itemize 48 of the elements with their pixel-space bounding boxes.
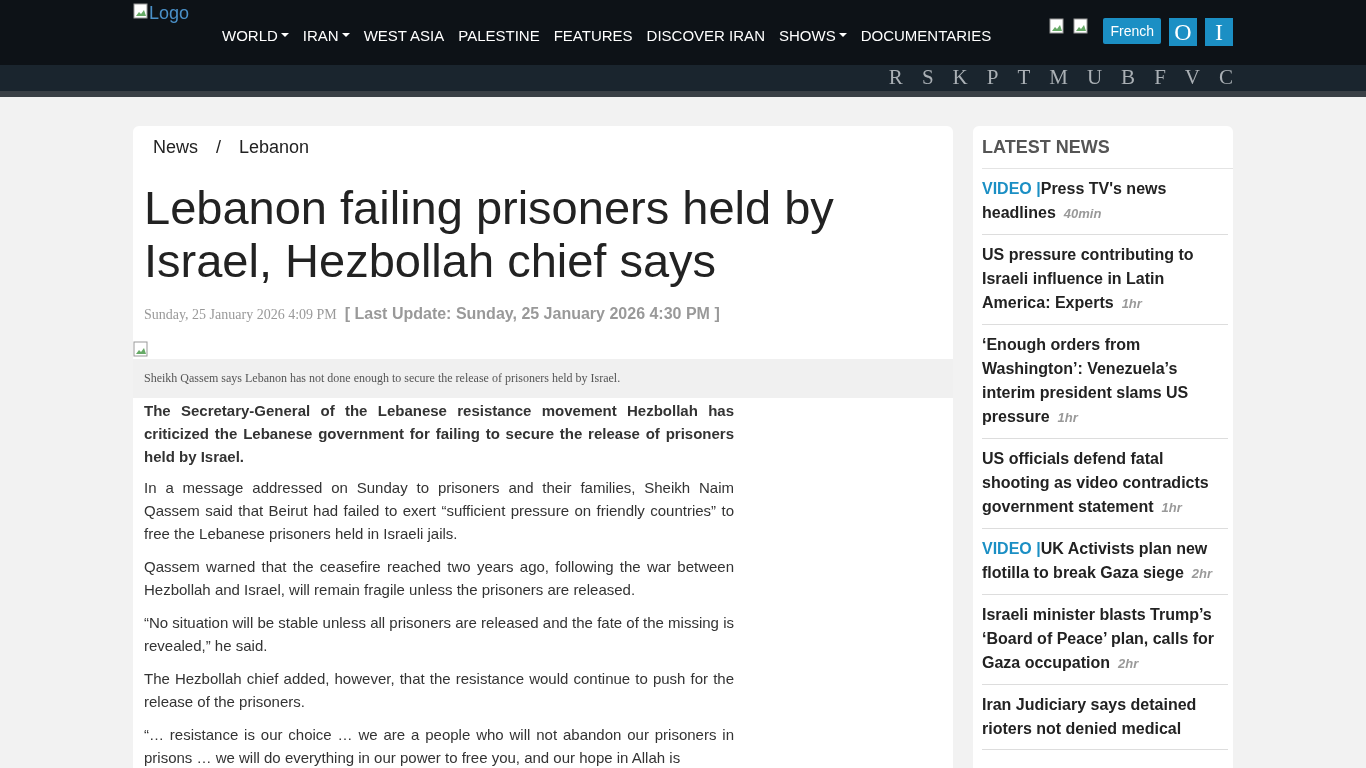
broken-image-icon[interactable] [1049,18,1066,34]
letter-link[interactable]: K [952,65,968,89]
nav-link[interactable]: DOCUMENTARIES [860,24,992,46]
nav-link[interactable]: DISCOVER IRAN [646,24,765,46]
publish-date: Sunday, 25 January 2026 4:09 PM [144,307,337,323]
body-paragraph: “No situation will be stable unless all prisoners are released and the fate of the missing is revealed,” he said. [144,613,734,656]
language-button[interactable]: French [1103,18,1161,44]
letter-link[interactable]: B [1121,65,1136,89]
body-paragraph: Qassem warned that the ceasefire reached two years ago, following the war between Hezbollah and Israel, will remain fragile unless the prisoners are released. [144,557,734,600]
letter-link[interactable]: P [986,65,999,89]
logo-image[interactable]: Logo [133,0,222,27]
sidebar-title: LATEST NEWS [982,126,1233,169]
news-item-link[interactable]: US pressure contributing to Israeli influence in Latin America: Experts 1hr [982,235,1228,325]
lead-paragraph: The Secretary-General of the Lebanese resistance movement Hezbollah has criticized the Lebanese government for failing to secure the release of prisoners held by Israel. [144,401,734,467]
broken-image-icon [133,3,149,19]
nav-link[interactable]: FEATURES [553,24,633,46]
logo-alt-text: Logo [149,3,190,24]
letter-link[interactable]: U [1086,65,1103,89]
breadcrumb-link[interactable]: Lebanon [239,137,310,169]
letter-link[interactable]: R [888,65,903,89]
news-item-link[interactable]: Israeli minister blasts Trump’s ‘Board of Peace’ plan, calls for Gaza occupation 2hr [982,595,1228,685]
breadcrumb-separator: / [216,137,222,159]
letter-button[interactable]: O [1169,18,1197,46]
broken-image-icon[interactable] [1073,18,1090,34]
body-paragraph: In a message addressed on Sunday to prisoners and their families, Sheikh Naim Qassem said that Beirut had failed to exert “sufficient pressure on friendly countries” to free the Lebanese prisoners held in Israeli jails. [144,478,734,544]
letter-link[interactable]: C [1219,65,1233,89]
letter-link[interactable]: V [1184,65,1200,89]
breadcrumb-link[interactable]: News [153,137,198,169]
letter-link[interactable]: F [1154,65,1166,89]
news-item-link[interactable]: ‘Enough orders from Washington’: Venezuela’s interim president slams US pressure 1hr [982,325,1228,439]
nav-link[interactable]: PALESTINE [458,24,540,46]
letter-link[interactable]: M [1049,65,1068,89]
news-item-link[interactable]: VIDEO |Press TV's news headlines 40min [982,169,1228,235]
body-paragraph: “… resistance is our choice … we are a people who will not abandon our prisoners in prisons … we will do everything in our power to free you, and our hope in Allah is [144,725,734,768]
news-item-link[interactable]: Iran Judiciary says detained rioters not denied medical [982,685,1228,750]
news-item-link[interactable]: US officials defend fatal shooting as video contradicts government statement 1hr [982,439,1228,529]
last-update-date: [ Last Update: Sunday, 25 January 2026 4:30 PM ] [344,305,720,323]
nav-link[interactable]: IRAN [302,24,350,46]
article-title: Lebanon failing prisoners held by Israel, Hezbollah chief says [144,181,835,287]
letter-button[interactable]: I [1205,18,1233,46]
image-caption: Sheikh Qassem says Lebanon has not done enough to secure the release of prisoners held by Israel. [133,359,953,398]
nav-link[interactable]: SHOWS [778,24,847,46]
letter-link[interactable]: S [921,65,934,89]
letter-link[interactable]: T [1017,65,1031,89]
news-item-link[interactable]: VIDEO |UK Activists plan new flotilla to break Gaza siege 2hr [982,529,1228,595]
nav-link[interactable]: WEST ASIA [363,24,445,46]
nav-link[interactable]: WORLD [222,24,289,46]
body-paragraph: The Hezbollah chief added, however, that the resistance would continue to push for the release of the prisoners. [144,669,734,712]
